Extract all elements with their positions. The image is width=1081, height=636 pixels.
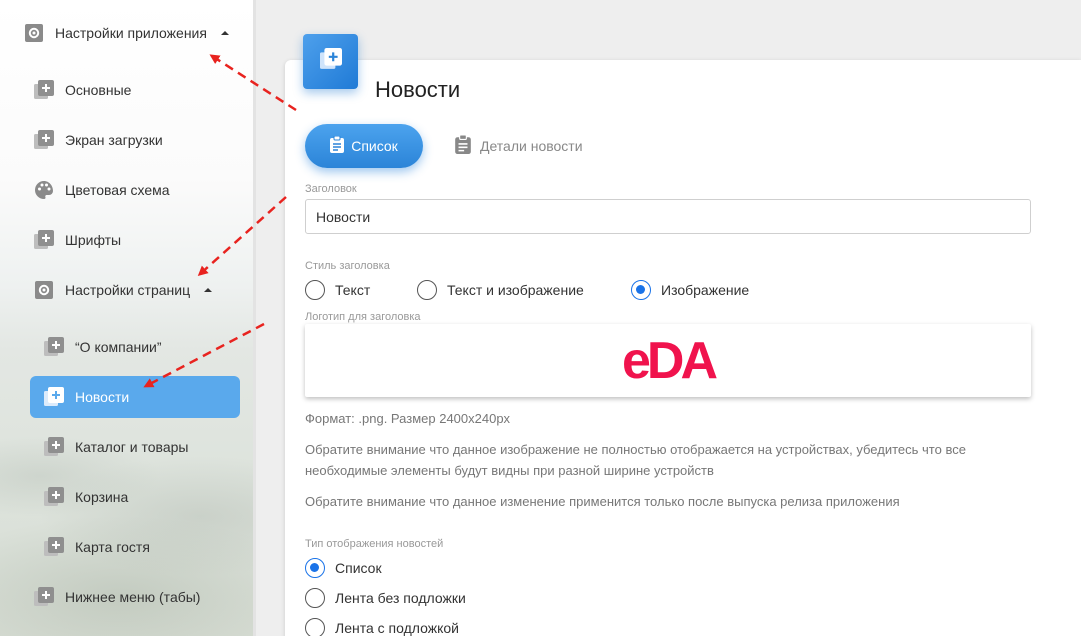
sidebar-item-label: Шрифты [65, 232, 122, 248]
sidebar-item-label: Корзина [75, 489, 129, 505]
gear-icon [34, 280, 54, 300]
radio-label: Лента без подложки [335, 590, 466, 606]
logo-label: Логотип для заголовка [305, 311, 421, 323]
tab-label: Список [351, 138, 398, 154]
eda-logo: eDA [621, 331, 718, 390]
add-box-icon [44, 487, 64, 507]
sidebar-item-color-scheme[interactable]: Цветовая схема [34, 169, 170, 211]
tab-list[interactable]: Список [305, 124, 423, 168]
radio-button[interactable] [417, 280, 437, 300]
add-box-icon [44, 437, 64, 457]
add-box-icon [34, 130, 54, 150]
radio-button[interactable] [305, 588, 325, 608]
sidebar-item-guest-card[interactable]: Карта гостя [44, 526, 150, 568]
display-type-label: Тип отображения новостей [305, 538, 444, 550]
heading-style-option-image[interactable]: Изображение [631, 280, 749, 300]
sidebar-item-bottom-menu[interactable]: Нижнее меню (табы) [34, 576, 200, 618]
heading-style-option-text-image[interactable]: Текст и изображение [417, 280, 584, 300]
heading-field-label: Заголовок [305, 183, 357, 195]
sidebar-divider [253, 0, 256, 636]
add-box-icon [34, 587, 54, 607]
sidebar-item-catalog[interactable]: Каталог и товары [44, 426, 188, 468]
add-box-icon [44, 337, 64, 357]
add-box-icon [319, 48, 342, 75]
radio-label: Текст и изображение [447, 282, 584, 298]
heading-style-option-text[interactable]: Текст [305, 280, 370, 300]
sidebar-item-app-settings[interactable]: Настройки приложения [24, 12, 229, 54]
display-type-option-feed-card[interactable]: Лента с подложкой [305, 618, 459, 636]
display-type-option-feed-plain[interactable]: Лента без подложки [305, 588, 466, 608]
heading-style-label: Стиль заголовка [305, 260, 390, 272]
page-title: Новости [375, 77, 461, 102]
tab-news-details[interactable]: Детали новости [455, 134, 583, 157]
notice-line: необходимые элементы будут видны при раз… [305, 463, 714, 478]
heading-input[interactable] [305, 199, 1031, 234]
sidebar-item-label: Настройки приложения [55, 25, 207, 41]
add-box-icon [44, 537, 64, 557]
format-note: Формат: .png. Размер 2400x240px [305, 411, 511, 426]
sidebar-item-main[interactable]: Основные [34, 69, 131, 111]
sidebar-item-label: Экран загрузки [65, 132, 163, 148]
radio-label: Лента с подложкой [335, 620, 459, 636]
sidebar-item-label: Новости [75, 389, 130, 405]
sidebar-item-label: “О компании” [75, 339, 162, 355]
radio-button-selected[interactable] [631, 280, 651, 300]
sidebar-item-cart[interactable]: Корзина [44, 476, 128, 518]
sidebar-item-fonts[interactable]: Шрифты [34, 219, 121, 261]
sidebar-item-label: Карта гостя [75, 539, 150, 555]
gear-icon [24, 23, 44, 43]
add-box-icon [44, 387, 64, 407]
sidebar-item-label: Настройки страниц [65, 282, 191, 298]
add-box-icon [34, 80, 54, 100]
display-type-option-list[interactable]: Список [305, 558, 382, 578]
notice-image-width: Обратите внимание что данное изображение… [305, 439, 1025, 481]
logo-upload-preview[interactable]: eDA [305, 324, 1031, 397]
sidebar-item-splash[interactable]: Экран загрузки [34, 119, 163, 161]
palette-icon [34, 180, 54, 200]
chevron-up-icon[interactable] [204, 288, 213, 292]
radio-label: Список [335, 560, 382, 576]
radio-label: Изображение [661, 282, 750, 298]
sidebar-item-about[interactable]: “О компании” [44, 326, 162, 368]
radio-button[interactable] [305, 280, 325, 300]
notice-line: Обратите внимание что данное изображение… [305, 442, 966, 457]
add-box-icon [34, 230, 54, 250]
sidebar-item-label: Основные [65, 82, 132, 98]
sidebar-item-news[interactable]: Новости [30, 376, 240, 418]
clipboard-icon [330, 135, 345, 156]
radio-label: Текст [335, 282, 371, 298]
sidebar-item-label: Каталог и товары [75, 439, 189, 455]
tab-label: Детали новости [480, 138, 583, 154]
sidebar-item-label: Нижнее меню (табы) [65, 589, 201, 605]
radio-button-selected[interactable] [305, 558, 325, 578]
sidebar-item-label: Цветовая схема [65, 182, 170, 198]
card-header-badge [303, 34, 358, 89]
sidebar-item-page-settings[interactable]: Настройки страниц [34, 269, 213, 311]
notice-release: Обратите внимание что данное изменение п… [305, 494, 900, 509]
clipboard-icon [455, 134, 471, 157]
chevron-up-icon[interactable] [220, 31, 229, 35]
radio-button[interactable] [305, 618, 325, 636]
